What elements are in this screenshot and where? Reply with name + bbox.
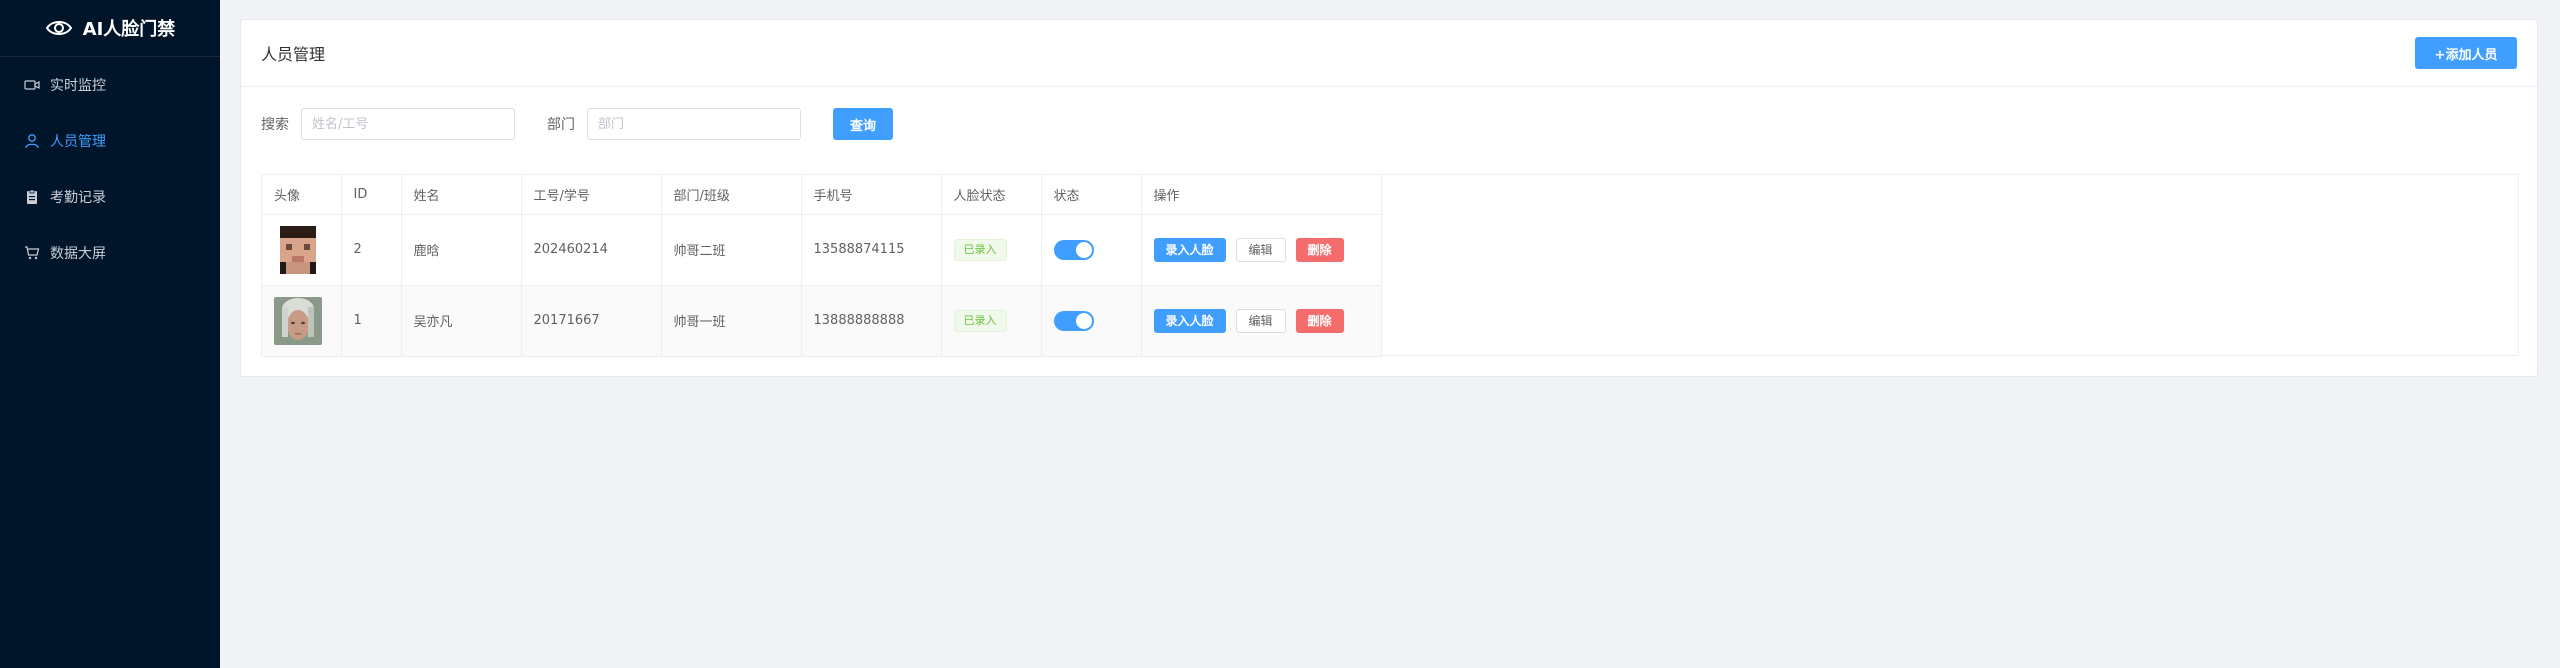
status-badge: 已录入 [953,238,1007,261]
status-badge: 已录入 [953,309,1007,332]
enabled-cell [1041,285,1142,357]
phone-cell: 13588874115 [801,214,942,286]
sidebar-item-label: 数据大屏 [50,246,106,262]
delete-button[interactable]: 删除 [1295,237,1344,262]
sidebar-item-attendance[interactable]: 考勤记录 [0,169,220,225]
number-cell: 202460214 [521,214,662,286]
search-label: 搜索 [261,117,289,133]
search-input[interactable] [301,108,515,140]
search-bar: 搜索 部门 查询 [261,108,893,140]
video-camera-icon [24,80,40,90]
sidebar-item-dashboard[interactable]: 数据大屏 [0,225,220,281]
dept-cell: 帅哥一班 [661,285,802,357]
sidebar-item-personnel[interactable]: 人员管理 [0,113,220,169]
column-header: 姓名 [401,175,522,215]
app-logo[interactable]: AI人脸门禁 [0,0,220,57]
add-person-button[interactable]: +添加人员 [2415,37,2517,69]
id-cell: 2 [341,214,402,286]
dept-label: 部门 [547,117,575,133]
column-header: 人脸状态 [941,175,1042,215]
sidebar-menu: 实时监控 人员管理 考勤记录 数据大屏 [0,57,220,281]
sidebar-item-label: 实时监控 [50,78,106,94]
actions-cell: 录入人脸 编辑 删除 [1141,285,1382,357]
name-cell: 吴亦凡 [401,285,522,357]
sidebar-item-monitor[interactable]: 实时监控 [0,57,220,113]
enroll-face-button[interactable]: 录入人脸 [1153,308,1226,333]
query-button[interactable]: 查询 [833,108,893,140]
avatar [274,296,322,345]
card-header: 人员管理 +添加人员 [241,20,2537,87]
phone-cell: 13888888888 [801,285,942,357]
dept-input[interactable] [587,108,801,140]
edit-button[interactable]: 编辑 [1235,308,1286,333]
status-toggle[interactable] [1053,239,1094,260]
column-header: ID [341,175,402,215]
page-title: 人员管理 [261,45,326,64]
user-icon [25,134,39,149]
table-row: 1 吴亦凡 20171667 帅哥一班 13888888888 已录入 录入人脸… [262,285,1382,357]
face-status-cell: 已录入 [941,285,1042,357]
id-cell: 1 [341,285,402,357]
delete-button[interactable]: 删除 [1295,308,1344,333]
column-header: 操作 [1141,175,1382,215]
number-cell: 20171667 [521,285,662,357]
column-header: 工号/学号 [521,175,662,215]
sidebar: AI人脸门禁 实时监控 人员管理 考勤记录 数据大屏 [0,0,220,668]
column-header: 头像 [262,175,342,215]
personnel-card: 人员管理 +添加人员 搜索 部门 查询 头像 ID 姓名 工号/学号 部门/班级… [240,19,2538,377]
name-cell: 鹿晗 [401,214,522,286]
face-status-cell: 已录入 [941,214,1042,286]
table-row: 2 鹿晗 202460214 帅哥二班 13588874115 已录入 录入人脸… [262,214,1382,286]
column-header: 状态 [1041,175,1142,215]
enroll-face-button[interactable]: 录入人脸 [1153,237,1226,262]
column-header: 手机号 [801,175,942,215]
sidebar-item-label: 考勤记录 [50,190,106,206]
sidebar-item-label: 人员管理 [50,134,106,150]
avatar-cell [262,214,342,286]
eye-icon [45,21,72,35]
personnel-table: 头像 ID 姓名 工号/学号 部门/班级 手机号 人脸状态 状态 操作 2 鹿晗… [261,174,2519,357]
actions-cell: 录入人脸 编辑 删除 [1141,214,1382,286]
monitor-icon [25,246,40,260]
table-header-row: 头像 ID 姓名 工号/学号 部门/班级 手机号 人脸状态 状态 操作 [262,175,1382,215]
avatar-cell [262,285,342,357]
enabled-cell [1041,214,1142,286]
avatar [274,225,322,274]
clipboard-icon [27,189,37,204]
status-toggle[interactable] [1053,310,1094,331]
app-title: AI人脸门禁 [82,19,176,40]
edit-button[interactable]: 编辑 [1235,237,1286,262]
column-header: 部门/班级 [661,175,802,215]
dept-cell: 帅哥二班 [661,214,802,286]
